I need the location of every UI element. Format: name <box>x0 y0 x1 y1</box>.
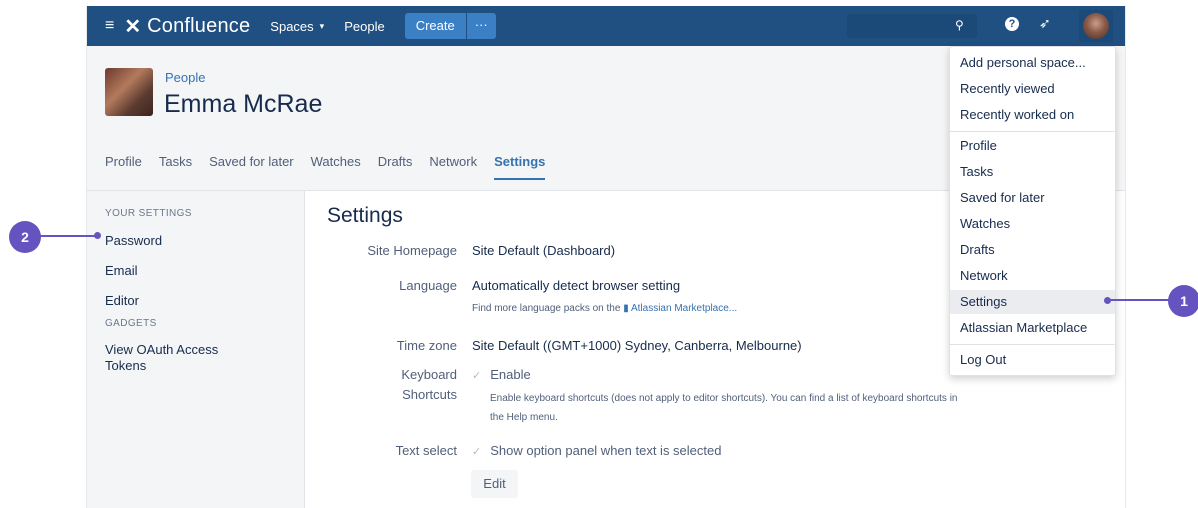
menu-item-recently-worked-on[interactable]: Recently worked on <box>950 103 1115 127</box>
menu-item-add-personal-space[interactable]: Add personal space... <box>950 51 1115 75</box>
menu-item-profile[interactable]: Profile <box>950 134 1115 158</box>
confluence-logo[interactable]: ✕ Confluence <box>124 14 250 39</box>
checkmark-icon: ✓ <box>472 446 482 458</box>
callout-1-line <box>1108 299 1170 301</box>
menu-divider <box>950 131 1115 132</box>
menu-item-tasks[interactable]: Tasks <box>950 160 1115 184</box>
spaces-label: Spaces <box>270 18 314 34</box>
sidebar-item-password[interactable]: Password <box>105 233 162 249</box>
top-navigation-bar: ≡ ✕ Confluence Spaces ▾ People Create ··… <box>87 6 1125 46</box>
menu-item-network[interactable]: Network <box>950 264 1115 288</box>
profile-tabs: Profile Tasks Saved for later Watches Dr… <box>105 154 562 180</box>
user-dropdown-menu: Add personal space... Recently viewed Re… <box>949 46 1116 376</box>
search-icon[interactable]: ⚲ <box>955 18 964 32</box>
page-title: Emma McRae <box>164 90 323 118</box>
tab-tasks[interactable]: Tasks <box>159 154 192 180</box>
edit-button[interactable]: Edit <box>471 470 518 498</box>
text-select-checkbox[interactable]: ✓ Show option panel when text is selected <box>472 442 721 461</box>
hamburger-icon[interactable]: ≡ <box>97 17 122 35</box>
people-link[interactable]: People <box>344 19 384 34</box>
gadgets-heading: GADGETS <box>105 318 157 329</box>
language-hint-text: Find more language packs on the <box>472 303 621 314</box>
spaces-menu[interactable]: Spaces ▾ <box>270 19 324 34</box>
site-homepage-label: Site Homepage <box>367 243 457 258</box>
keyboard-shortcuts-label-line1: Keyboard <box>401 367 457 382</box>
create-button[interactable]: Create <box>404 13 466 39</box>
menu-item-log-out[interactable]: Log Out <box>950 348 1115 372</box>
keyboard-shortcuts-label-line2: Shortcuts <box>402 387 457 402</box>
confluence-logo-icon: ✕ <box>124 15 142 38</box>
language-label: Language <box>399 278 457 293</box>
settings-title: Settings <box>327 204 403 227</box>
sidebar-item-email[interactable]: Email <box>105 263 138 279</box>
sidebar-item-oauth-tokens[interactable]: View OAuth Access Tokens <box>105 342 245 374</box>
tab-network[interactable]: Network <box>429 154 477 180</box>
language-hint: Find more language packs on the ▮ Atlass… <box>472 300 737 318</box>
callout-2-dot <box>94 232 101 239</box>
site-homepage-value: Site Default (Dashboard) <box>472 243 616 258</box>
menu-item-settings[interactable]: Settings <box>950 290 1115 314</box>
tab-settings[interactable]: Settings <box>494 154 546 180</box>
shortcuts-hint-line1: Enable keyboard shortcuts (does not appl… <box>490 393 958 404</box>
tab-drafts[interactable]: Drafts <box>378 154 413 180</box>
people-label: People <box>344 18 385 34</box>
marketplace-icon: ▮ <box>623 303 629 314</box>
notifications-icon[interactable]: ➶ <box>1039 15 1051 32</box>
profile-avatar <box>105 68 153 116</box>
create-more-button[interactable]: ··· <box>466 13 496 39</box>
user-menu-button[interactable] <box>1079 10 1113 42</box>
tab-saved-for-later[interactable]: Saved for later <box>209 154 294 180</box>
tab-watches[interactable]: Watches <box>311 154 361 180</box>
keyboard-shortcuts-value: Enable <box>490 367 531 382</box>
menu-item-watches[interactable]: Watches <box>950 212 1115 236</box>
menu-divider <box>950 344 1115 345</box>
callout-2-line <box>40 235 98 237</box>
your-settings-heading: YOUR SETTINGS <box>105 208 192 219</box>
tab-profile[interactable]: Profile <box>105 154 142 180</box>
menu-item-atlassian-marketplace[interactable]: Atlassian Marketplace <box>950 316 1115 340</box>
breadcrumb-people[interactable]: People <box>165 70 205 85</box>
callout-2-badge: 2 <box>9 221 41 253</box>
menu-item-saved-for-later[interactable]: Saved for later <box>950 186 1115 210</box>
shortcuts-hint-line2: the Help menu. <box>490 412 558 423</box>
help-icon[interactable]: ? <box>1005 17 1019 31</box>
keyboard-shortcuts-checkbox[interactable]: ✓ Enable <box>472 366 531 385</box>
settings-sidebar: YOUR SETTINGS Password Email Editor GADG… <box>87 191 305 508</box>
chevron-down-icon: ▾ <box>319 20 325 31</box>
logo-text: Confluence <box>147 14 251 37</box>
sidebar-item-editor[interactable]: Editor <box>105 293 139 309</box>
language-value: Automatically detect browser setting <box>472 278 681 293</box>
menu-item-drafts[interactable]: Drafts <box>950 238 1115 262</box>
text-select-value: Show option panel when text is selected <box>490 443 722 458</box>
user-avatar <box>1083 13 1109 39</box>
text-select-label: Text select <box>395 443 457 458</box>
timezone-value: Site Default ((GMT+1000) Sydney, Canberr… <box>472 338 802 353</box>
timezone-label: Time zone <box>396 338 457 353</box>
marketplace-link[interactable]: Atlassian Marketplace... <box>631 303 737 314</box>
checkmark-icon: ✓ <box>472 370 482 382</box>
callout-1-badge: 1 <box>1168 285 1198 317</box>
menu-item-recently-viewed[interactable]: Recently viewed <box>950 77 1115 101</box>
